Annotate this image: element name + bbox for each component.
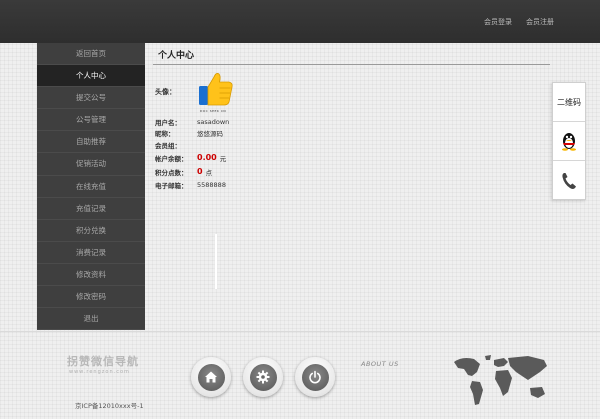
sidebar-item-consume-records[interactable]: 消费记录	[37, 242, 145, 264]
nickname-label: 昵称：	[155, 129, 175, 138]
qq-penguin-icon	[562, 133, 576, 151]
nickname-value: 悠悠源码	[197, 129, 223, 138]
group-label: 会员组：	[155, 141, 181, 150]
sidebar-item-points-exchange[interactable]: 积分兑换	[37, 220, 145, 242]
divider-line	[215, 234, 217, 289]
footer-logo-url: www.rengzon.com	[69, 369, 130, 375]
email-label: 电子邮箱：	[155, 181, 188, 190]
top-links: 会员登录 会员注册	[484, 17, 554, 27]
points-unit: 点	[205, 168, 213, 177]
points-label: 积分点数：	[155, 168, 188, 177]
title-divider	[153, 64, 550, 65]
avatar-caption: DOC SEEK CN	[200, 109, 227, 113]
login-link[interactable]: 会员登录	[484, 17, 512, 27]
about-us-label[interactable]: ABOUT US	[361, 360, 399, 368]
home-button[interactable]	[191, 357, 231, 397]
balance-row: 帐户余额： 0.00 元	[155, 152, 226, 163]
avatar[interactable]	[196, 69, 236, 109]
qq-button[interactable]	[553, 122, 585, 161]
icp-record[interactable]: 京ICP备12010xxx号-1	[75, 400, 144, 410]
footer-divider	[0, 331, 600, 332]
username-label: 用户名：	[155, 118, 181, 127]
sidebar-item-self-recommend[interactable]: 自助推荐	[37, 131, 145, 154]
world-map-icon	[454, 355, 547, 405]
username-row: 用户名： sasadown	[155, 116, 229, 127]
footer-logo: 拐赞微信导航	[67, 355, 139, 368]
power-icon	[309, 370, 321, 384]
power-button-face	[301, 363, 329, 391]
sidebar-item-edit-profile[interactable]: 修改资料	[37, 264, 145, 287]
world-map-image	[450, 352, 553, 412]
sidebar-item-account-manage[interactable]: 公号管理	[37, 109, 145, 132]
email-row: 电子邮箱： 5588888	[155, 179, 226, 190]
sidebar-item-user-center[interactable]: 个人中心	[37, 65, 145, 88]
phone-icon	[562, 172, 576, 189]
points-row: 积分点数： 0 点	[155, 166, 212, 177]
username-value: sasadown	[197, 117, 230, 126]
home-button-face	[197, 363, 225, 391]
sidebar-menu: 返回首页 个人中心 提交公号 公号管理 自助推荐 促销活动 在线充值 充值记录 …	[37, 43, 145, 331]
balance-label: 帐户余额：	[155, 154, 188, 163]
email-value: 5588888	[197, 180, 226, 189]
gear-icon	[256, 370, 270, 384]
sidebar-item-home[interactable]: 返回首页	[37, 43, 145, 66]
register-link[interactable]: 会员注册	[526, 17, 554, 27]
top-bar: 会员登录 会员注册	[0, 0, 600, 43]
sidebar-item-recharge-records[interactable]: 充值记录	[37, 198, 145, 220]
sidebar-item-promotions[interactable]: 促销活动	[37, 153, 145, 176]
thumbs-up-icon	[199, 73, 233, 106]
settings-button[interactable]	[243, 357, 283, 397]
sidebar-item-logout[interactable]: 退出	[37, 308, 145, 331]
settings-button-face	[249, 363, 277, 391]
qr-code-button[interactable]: 二维码	[553, 83, 585, 122]
balance-unit: 元	[219, 154, 227, 163]
home-icon	[205, 371, 217, 383]
avatar-label: 头像：	[155, 88, 176, 96]
sidebar-item-change-password[interactable]: 修改密码	[37, 286, 145, 309]
qr-code-label: 二维码	[557, 97, 581, 107]
group-row: 会员组：	[155, 139, 197, 150]
balance-amount: 0.00	[197, 153, 217, 162]
points-amount: 0	[197, 167, 203, 176]
floating-contact-bar: 二维码	[552, 82, 586, 200]
sidebar-item-recharge[interactable]: 在线充值	[37, 176, 145, 198]
page-title: 个人中心	[158, 51, 195, 61]
sidebar-item-submit-account[interactable]: 提交公号	[37, 87, 145, 110]
nickname-row: 昵称： 悠悠源码	[155, 127, 223, 138]
phone-button[interactable]	[553, 161, 585, 200]
power-button[interactable]	[295, 357, 335, 397]
